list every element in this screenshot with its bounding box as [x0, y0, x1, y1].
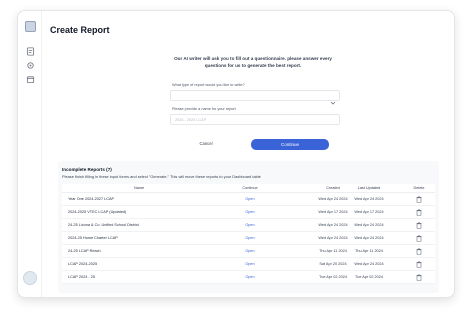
created-date: Wed Apr 24 2024 [318, 223, 348, 227]
open-link[interactable]: Open [240, 249, 260, 253]
report-name: 24-25 LCAP Reach [68, 249, 101, 253]
last-updated-date: Wed Apr 24 2024 [354, 223, 384, 227]
table-header: Name Continue Created Last Updated Delet… [62, 184, 435, 193]
column-header-created: Created [326, 186, 340, 190]
column-header-delete: Delete [413, 186, 425, 190]
table-row: LCAP 2024-2025 Open Sat Apr 20 2024 Wed Apr… [62, 258, 435, 271]
settings-icon[interactable] [25, 60, 36, 71]
created-date: Wed Apr 24 2024 [318, 197, 348, 201]
report-name: LCAP 2024-2025 [68, 262, 98, 266]
table-row: 24-25 Licona & Co. Unified School Distri… [62, 219, 435, 232]
created-date: Wed Apr 17 2024 [318, 210, 348, 214]
sidebar-rail [18, 11, 42, 297]
last-updated-date: Wed Apr 24 2024 [354, 236, 384, 240]
logo-icon[interactable] [25, 21, 36, 32]
incomplete-reports-panel: Incomplete Reports (7) Please finish fil… [58, 161, 439, 293]
table-row: 24-25 LCAP Reach Open Thu Apr 11 2024 Thu A… [62, 245, 435, 258]
report-icon[interactable] [25, 46, 36, 57]
report-type-label: What type of report would you like to wr… [172, 83, 245, 87]
column-header-continue: Continue [242, 186, 258, 190]
trash-icon[interactable] [415, 222, 422, 229]
report-type-select[interactable] [170, 90, 340, 105]
column-header-last-updated: Last Updated [357, 186, 381, 190]
open-link[interactable]: Open [240, 262, 260, 266]
last-updated-date: Wed Apr 24 2024 [354, 197, 384, 201]
intro-text: Our AI writer will ask you to fill out a… [174, 56, 332, 68]
report-name-input[interactable] [170, 114, 340, 125]
report-name: LCAP 2024 - 25 [68, 275, 95, 279]
last-updated-date: Tue Apr 02 2024 [355, 275, 383, 279]
report-name-label: Please provide a name for your report [172, 107, 236, 111]
report-name: 2024-25 Home Charter LCAP [68, 236, 118, 240]
chevron-down-icon [330, 93, 336, 111]
open-link[interactable]: Open [240, 210, 260, 214]
column-header-name: Name [134, 186, 145, 190]
incomplete-reports-title: Incomplete Reports (7) [62, 167, 112, 172]
incomplete-reports-subtitle: Please finish filling in these input for… [62, 174, 261, 179]
table-row: LCAP 2024 - 25 Open Tue Apr 02 2024 Tue Apr… [62, 271, 435, 284]
cancel-button[interactable]: Cancel [196, 140, 216, 148]
last-updated-date: Wed Apr 17 2024 [354, 210, 384, 214]
open-link[interactable]: Open [240, 223, 260, 227]
avatar[interactable] [23, 271, 37, 285]
trash-icon[interactable] [415, 209, 422, 216]
created-date: Thu Apr 11 2024 [319, 249, 347, 253]
trash-icon[interactable] [415, 261, 422, 268]
last-updated-date: Wed Apr 24 2024 [354, 262, 384, 266]
report-name: Year One 2024-2027 LCAP [68, 197, 115, 201]
table-row: 2024-25 Home Charter LCAP Open Wed Apr 24 … [62, 232, 435, 245]
trash-icon[interactable] [415, 274, 422, 281]
open-link[interactable]: Open [240, 197, 260, 201]
created-date: Wed Apr 24 2024 [318, 236, 348, 240]
open-link[interactable]: Open [240, 236, 260, 240]
trash-icon[interactable] [415, 235, 422, 242]
continue-button[interactable]: Continue [251, 139, 329, 150]
trash-icon[interactable] [415, 248, 422, 255]
report-name: 24-25 Licona & Co. Unified School Distri… [68, 223, 139, 227]
table-row: 2024-2025 VTEC LCAP (Updated) Open Wed Apr… [62, 206, 435, 219]
incomplete-reports-table: Name Continue Created Last Updated Delet… [62, 184, 435, 284]
table-row: Year One 2024-2027 LCAP Open Wed Apr 24 20… [62, 193, 435, 206]
page-title: Create Report [50, 25, 110, 35]
report-name: 2024-2025 VTEC LCAP (Updated) [68, 210, 127, 214]
calendar-icon[interactable] [25, 74, 36, 85]
trash-icon[interactable] [415, 196, 422, 203]
created-date: Tue Apr 02 2024 [319, 275, 347, 279]
last-updated-date: Thu Apr 11 2024 [355, 249, 383, 253]
app-window: Create Report Our AI writer will ask you… [17, 10, 455, 298]
created-date: Sat Apr 20 2024 [319, 262, 347, 266]
open-link[interactable]: Open [240, 275, 260, 279]
